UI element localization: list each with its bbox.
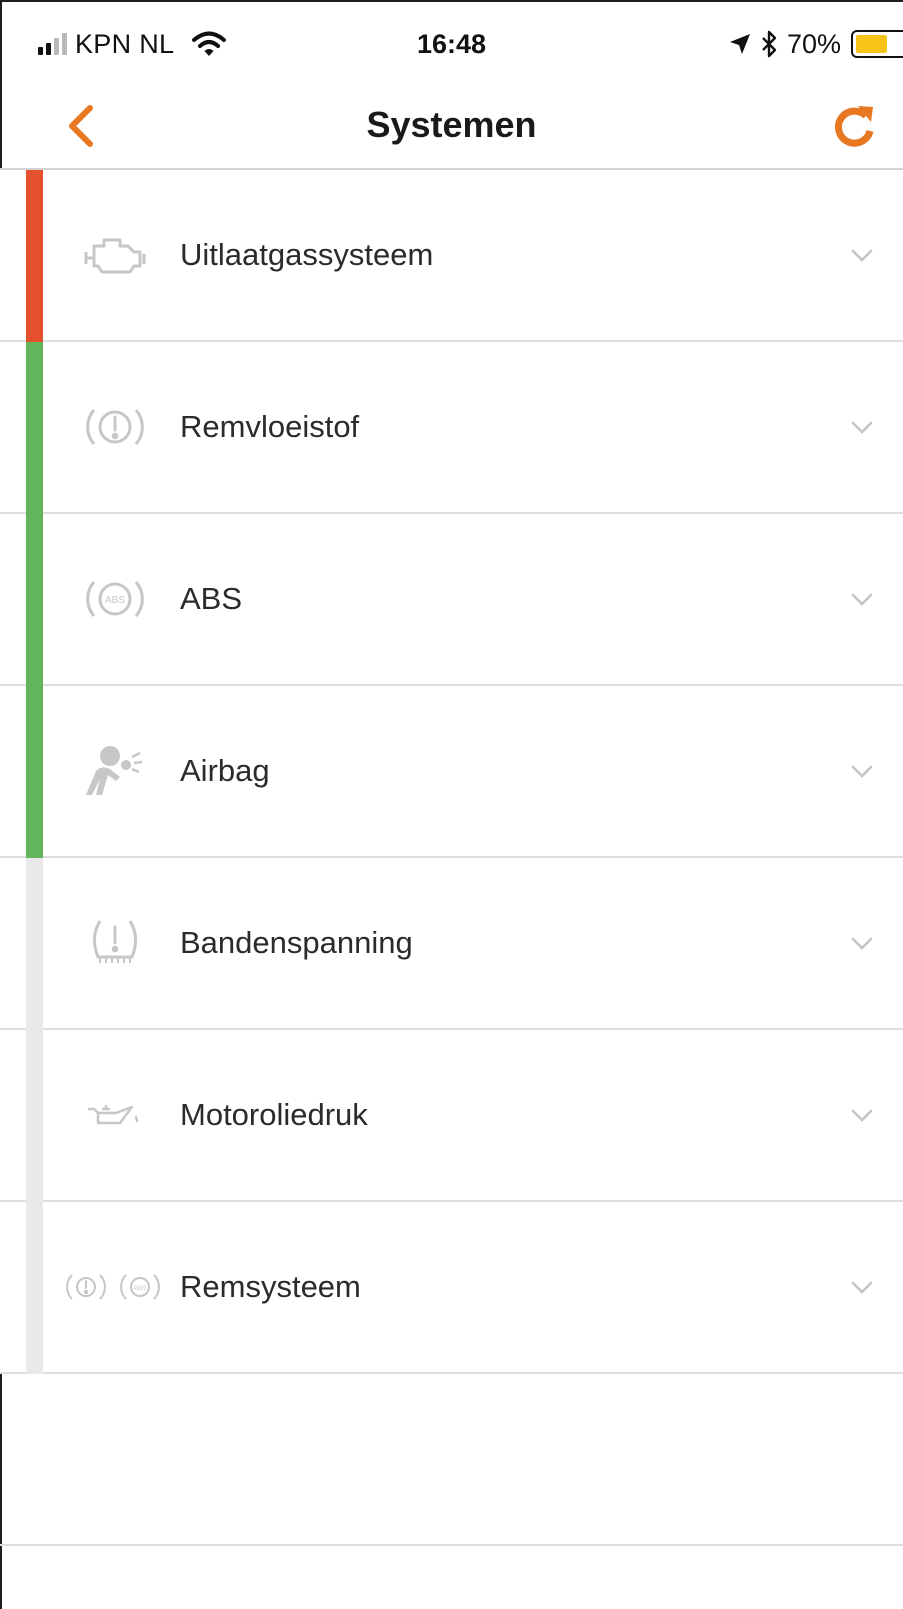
brake-warning-icon bbox=[54, 388, 176, 466]
page-title: Systemen bbox=[366, 104, 537, 145]
chevron-down-icon[interactable] bbox=[847, 928, 877, 958]
status-indicator-bar bbox=[26, 342, 43, 514]
list-item-motoroliedruk[interactable]: Motoroliedruk bbox=[0, 1030, 903, 1202]
chevron-down-icon[interactable] bbox=[847, 756, 877, 786]
system-label: Bandenspanning bbox=[180, 925, 413, 960]
chevron-down-icon[interactable] bbox=[847, 240, 877, 270]
brake-system-icon: ABS bbox=[54, 1248, 176, 1326]
chevron-down-icon[interactable] bbox=[847, 1100, 877, 1130]
list-item-airbag[interactable]: Airbag bbox=[0, 686, 903, 858]
airbag-icon bbox=[54, 732, 176, 810]
system-label: Remvloeistof bbox=[180, 409, 360, 444]
battery-icon bbox=[851, 30, 903, 58]
empty-list-row bbox=[0, 1374, 903, 1546]
oil-pressure-icon bbox=[54, 1076, 176, 1154]
system-label: ABS bbox=[180, 581, 243, 616]
list-item-uitlaatgassysteem[interactable]: Uitlaatgassysteem bbox=[0, 170, 903, 342]
list-item-abs[interactable]: ABS ABS bbox=[0, 514, 903, 686]
chevron-down-icon[interactable] bbox=[847, 584, 877, 614]
status-indicator-bar bbox=[26, 1030, 43, 1202]
chevron-down-icon[interactable] bbox=[847, 1272, 877, 1302]
status-indicator-bar bbox=[26, 858, 43, 1030]
status-bar-right: 70% bbox=[729, 24, 903, 64]
system-label: Remsysteem bbox=[180, 1269, 361, 1304]
list-item-remvloeistof[interactable]: Remvloeistof bbox=[0, 342, 903, 514]
status-indicator-bar bbox=[26, 686, 43, 858]
chevron-down-icon[interactable] bbox=[847, 412, 877, 442]
list-item-remsysteem[interactable]: ABS Remsysteem bbox=[0, 1202, 903, 1374]
system-label: Airbag bbox=[180, 753, 270, 788]
engine-icon bbox=[54, 216, 176, 294]
battery-level-fill bbox=[856, 35, 887, 53]
svg-text:ABS: ABS bbox=[133, 1285, 147, 1292]
status-indicator-bar bbox=[26, 514, 43, 686]
refresh-icon[interactable] bbox=[825, 98, 883, 156]
status-indicator-bar bbox=[26, 1202, 43, 1374]
system-label: Uitlaatgassysteem bbox=[180, 237, 434, 272]
bluetooth-icon bbox=[762, 30, 777, 58]
status-indicator-bar bbox=[26, 170, 43, 342]
system-label: Motoroliedruk bbox=[180, 1097, 368, 1132]
list-item-bandenspanning[interactable]: Bandenspanning bbox=[0, 858, 903, 1030]
abs-icon: ABS bbox=[54, 560, 176, 638]
navigation-bar: Systemen bbox=[0, 86, 903, 170]
systems-list: Uitlaatgassysteem Remvloeistof ABS ABS A… bbox=[0, 170, 903, 1546]
svg-text:ABS: ABS bbox=[105, 595, 125, 606]
status-bar: KPN NL 16:48 70% bbox=[0, 0, 903, 86]
tire-pressure-icon bbox=[54, 904, 176, 982]
location-arrow-icon bbox=[729, 34, 750, 54]
battery-percentage: 70% bbox=[786, 28, 841, 59]
